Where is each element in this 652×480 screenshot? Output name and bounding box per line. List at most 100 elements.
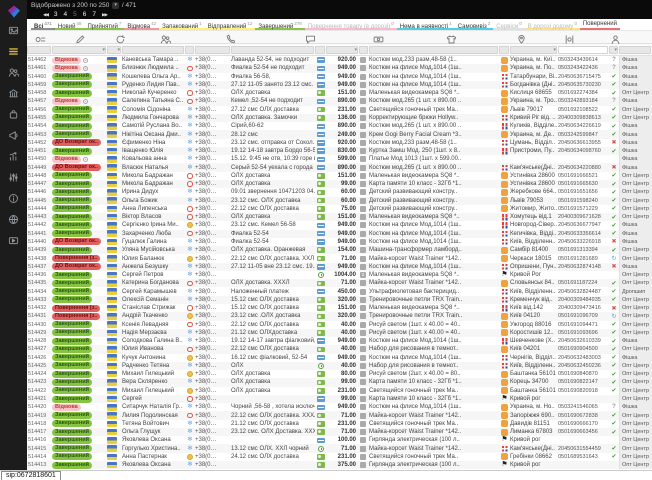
- tab-Повернений[interactable]: Повернений: [580, 19, 620, 30]
- tab-Відправлений[interactable]: Відправлений12: [205, 19, 256, 30]
- tab-Сервіси[interactable]: Сервіси0: [493, 19, 524, 30]
- table-row[interactable]: 514415ЗавершенийГоргулько Христина..❄+38…: [27, 444, 652, 452]
- tab-Прийнятий[interactable]: Прийнятий7: [84, 19, 124, 30]
- table-row[interactable]: 514418ЗавершенийТетяна Войтович❄+38(0…21…: [27, 420, 652, 428]
- table-row[interactable]: 514422ЗавершенийМихаил Гилецький+38(0…ОЛ…: [27, 387, 652, 395]
- table-row[interactable]: 514452ДО Возврат ок..Єфименко Ніна❄+38(0…: [27, 139, 652, 147]
- filter-select[interactable]: [231, 46, 314, 54]
- filter-select[interactable]: ▾: [107, 46, 121, 54]
- table-row[interactable]: 514433ЗавершенийОлексій Семанін❄+38(0…15…: [27, 296, 652, 304]
- last-page-button[interactable]: ▶▶: [102, 12, 107, 18]
- table-row[interactable]: 514459ЗавершенийРуденко Лидия Пав..❄+38(…: [27, 81, 652, 89]
- table-row[interactable]: 514413ЗавершенийЯковлева Оксана❄+38(0…37…: [27, 461, 652, 469]
- tab-Завершений[interactable]: Завершений278: [255, 19, 304, 30]
- filter-select[interactable]: [315, 46, 325, 54]
- table-row[interactable]: 514427ЗавершенийЮлия Иванова+38(0…22.12 …: [27, 345, 652, 353]
- sliders-icon[interactable]: [0, 169, 27, 185]
- page-button[interactable]: 6: [83, 11, 87, 18]
- dashboard-icon[interactable]: [0, 22, 27, 38]
- table-row[interactable]: 514450ВідмоваКовальова анна❄+38(0…15.12.…: [27, 155, 652, 163]
- table-row[interactable]: 514451ЗавершенийІващенко Юлія❄+38(0…19.1…: [27, 147, 652, 155]
- filter-select[interactable]: [369, 46, 498, 54]
- filter-select[interactable]: ▾: [510, 46, 557, 54]
- tab-Новий[interactable]: Новий48: [55, 19, 85, 30]
- info-icon[interactable]: [0, 190, 27, 206]
- table-row[interactable]: 514457ВідмоваСалепина Татьяна С..+38(0…К…: [27, 97, 652, 105]
- table-row[interactable]: 514438Повернення (з..Юлия Баланюк+38(0…2…: [27, 254, 652, 262]
- table-row[interactable]: 514446ЗавершенийИрина Дидух❄+38(0…09.01 …: [27, 188, 652, 196]
- table-row[interactable]: 514447ЗавершенийМикола Бадражан+38(0…ОЛХ…: [27, 180, 652, 188]
- filter-select[interactable]: [195, 46, 230, 54]
- table-row[interactable]: 514435ЗавершенийКатерина Богданова+38(0……: [27, 279, 652, 287]
- tab-Повернення товару (в дорозі)[interactable]: Повернення товару (в дорозі)0: [305, 19, 397, 30]
- table-row[interactable]: 514424ЗавершенийМихаил Гилецький+38(0…ОЛ…: [27, 370, 652, 378]
- table-row[interactable]: 514454ЗавершенийСамотій Руслана Во..❄+38…: [27, 122, 652, 130]
- table-row[interactable]: 514460ЗавершенийКошелева Ольга Ар..❄+38(…: [27, 73, 652, 81]
- table-row[interactable]: 514461ВідмоваБлизнюк Людмила ..+38(0…Фиа…: [27, 64, 652, 72]
- filter-input[interactable]: [558, 46, 608, 54]
- tab-Самовивіз[interactable]: Самовивіз2: [455, 19, 494, 30]
- table-row[interactable]: 514434ЗавершенийСергей Карамышев❄+38(0…Н…: [27, 287, 652, 295]
- app-logo-icon[interactable]: [0, 0, 27, 22]
- table-row[interactable]: 514445ЗавершенийОльга Божик❄+38(0…23.12 …: [27, 197, 652, 205]
- page-button[interactable]: 3: [54, 11, 58, 18]
- page-size-dropdown[interactable]: ▾: [112, 2, 119, 9]
- table-row[interactable]: 514444ЗавершенийАнна Липенська+38(0…22.1…: [27, 205, 652, 213]
- table-row[interactable]: 514453ЗавершенийНікітіна Оксана Дми..❄+3…: [27, 130, 652, 138]
- table-row[interactable]: 514421ЗавершенийСергей+38(0…99.00Карта п…: [27, 395, 652, 403]
- filter-select[interactable]: [359, 46, 368, 54]
- filter-select[interactable]: [499, 46, 509, 54]
- table-row[interactable]: 514443ЗавершенийВіктор Власов+38(0…ОЛХ д…: [27, 213, 652, 221]
- table-row[interactable]: 514448ЗавершенийМикола Бадражан+38(0…ОЛХ…: [27, 172, 652, 180]
- table-row[interactable]: 514432Повернення (з..Станіслав Стрижак+3…: [27, 304, 652, 312]
- announce-icon[interactable]: [0, 127, 27, 143]
- table-row[interactable]: 514431Повернення (з..Андрій Ткаченко+38(…: [27, 312, 652, 320]
- table-row[interactable]: 514439ЗавершенийУляна Мусійовська❄+38(0……: [27, 246, 652, 254]
- table-row[interactable]: 514458ЗавершенийНиколай Кучеренко+38(0…О…: [27, 89, 652, 97]
- page-button[interactable]: 5: [73, 11, 77, 18]
- stats-icon[interactable]: [0, 148, 27, 164]
- clients-icon[interactable]: [0, 64, 27, 80]
- table-row[interactable]: 514414ЗавершенийАнна Пастернак+38(0…24.1…: [27, 453, 652, 461]
- table-row[interactable]: 514455ЗавершенийЛюдмила Гончарова❄+38(0……: [27, 114, 652, 122]
- products-icon[interactable]: [0, 106, 27, 122]
- table-row[interactable]: 514430ЗавершенийКсенія Левадняя+38(0…22.…: [27, 321, 652, 329]
- table-row[interactable]: 514456ЗавершенийСоломія Сідоніна❄+38(0…2…: [27, 106, 652, 114]
- tab-Всі[interactable]: Всі471: [31, 19, 55, 30]
- table-row[interactable]: 514417ЗавершенийОльга Глущук❄+38(0…23.12…: [27, 428, 652, 436]
- table-row[interactable]: 514429ЗавершенийНадія Мерзаєва❄+38(0…21.…: [27, 329, 652, 337]
- filter-select[interactable]: ▾: [326, 46, 358, 54]
- table-row[interactable]: 514442ЗавершенийСергієнко Ірина Ми..+38(…: [27, 221, 652, 229]
- table-row[interactable]: 514441ЗавершенийЗахарченко Люба+38(0…Фиа…: [27, 230, 652, 238]
- tab-В дорозі додому[interactable]: В дорозі додому0: [525, 19, 580, 30]
- table-row[interactable]: 514440ДО Возврат ок..Гуцалюк Галина❄+38(…: [27, 238, 652, 246]
- table-row[interactable]: 514462ВідмоваКаневська Тамара ..❄+38(0…Л…: [27, 56, 652, 64]
- table-row[interactable]: 514416ЗавершенийЯковлева Оксана❄+38(0…10…: [27, 436, 652, 444]
- filter-select[interactable]: [185, 46, 194, 54]
- tab-Нема в наявності[interactable]: Нема в наявності1: [397, 19, 455, 30]
- filter-select[interactable]: ▾: [52, 46, 106, 54]
- table-row[interactable]: 514449ДО Возврат ок..Власюк Наталья❄+38(…: [27, 163, 652, 171]
- page-button[interactable]: 4: [64, 11, 68, 18]
- table-row[interactable]: 514437ДО Возврат ок..Анжела Безушку❄+38(…: [27, 263, 652, 271]
- video-icon[interactable]: [0, 232, 27, 248]
- tab-Відмова[interactable]: Відмова42: [124, 19, 159, 30]
- tab-Запакований[interactable]: Запакований1: [159, 19, 205, 30]
- orders-icon[interactable]: [0, 43, 27, 59]
- table-row[interactable]: 514436ЗавершенийСергей Петров❄+38(0…1004…: [27, 271, 652, 279]
- bank-icon[interactable]: [0, 85, 27, 101]
- page-button[interactable]: 7: [92, 11, 96, 18]
- check-icon: ✔: [611, 148, 616, 155]
- filter-select[interactable]: ▾: [609, 46, 618, 54]
- filter-select[interactable]: [619, 46, 651, 54]
- first-page-button[interactable]: ◀◀: [43, 12, 48, 18]
- filter-select[interactable]: [27, 46, 51, 54]
- globe-icon[interactable]: [0, 211, 27, 227]
- table-row[interactable]: 514423ЗавершенийВера Скляренко❄+38(0…ОЛХ…: [27, 378, 652, 386]
- filter-select[interactable]: [122, 46, 184, 54]
- table-row[interactable]: 514428ЗавершенийСолодкова Галина В..❄+38…: [27, 337, 652, 345]
- table-row[interactable]: 514419ЗавершенийЛилия Подолинская+38(0…2…: [27, 411, 652, 419]
- table-row[interactable]: 514426ЗавершенийКучук Антонина+38(0…16.1…: [27, 354, 652, 362]
- table-row[interactable]: 514420ВідмоваСитарчук Наталія Гр..❄+38(0…: [27, 403, 652, 411]
- table-row[interactable]: 514425ЗавершенийРадченко Тетяна❄+38(0…ОЛ…: [27, 362, 652, 370]
